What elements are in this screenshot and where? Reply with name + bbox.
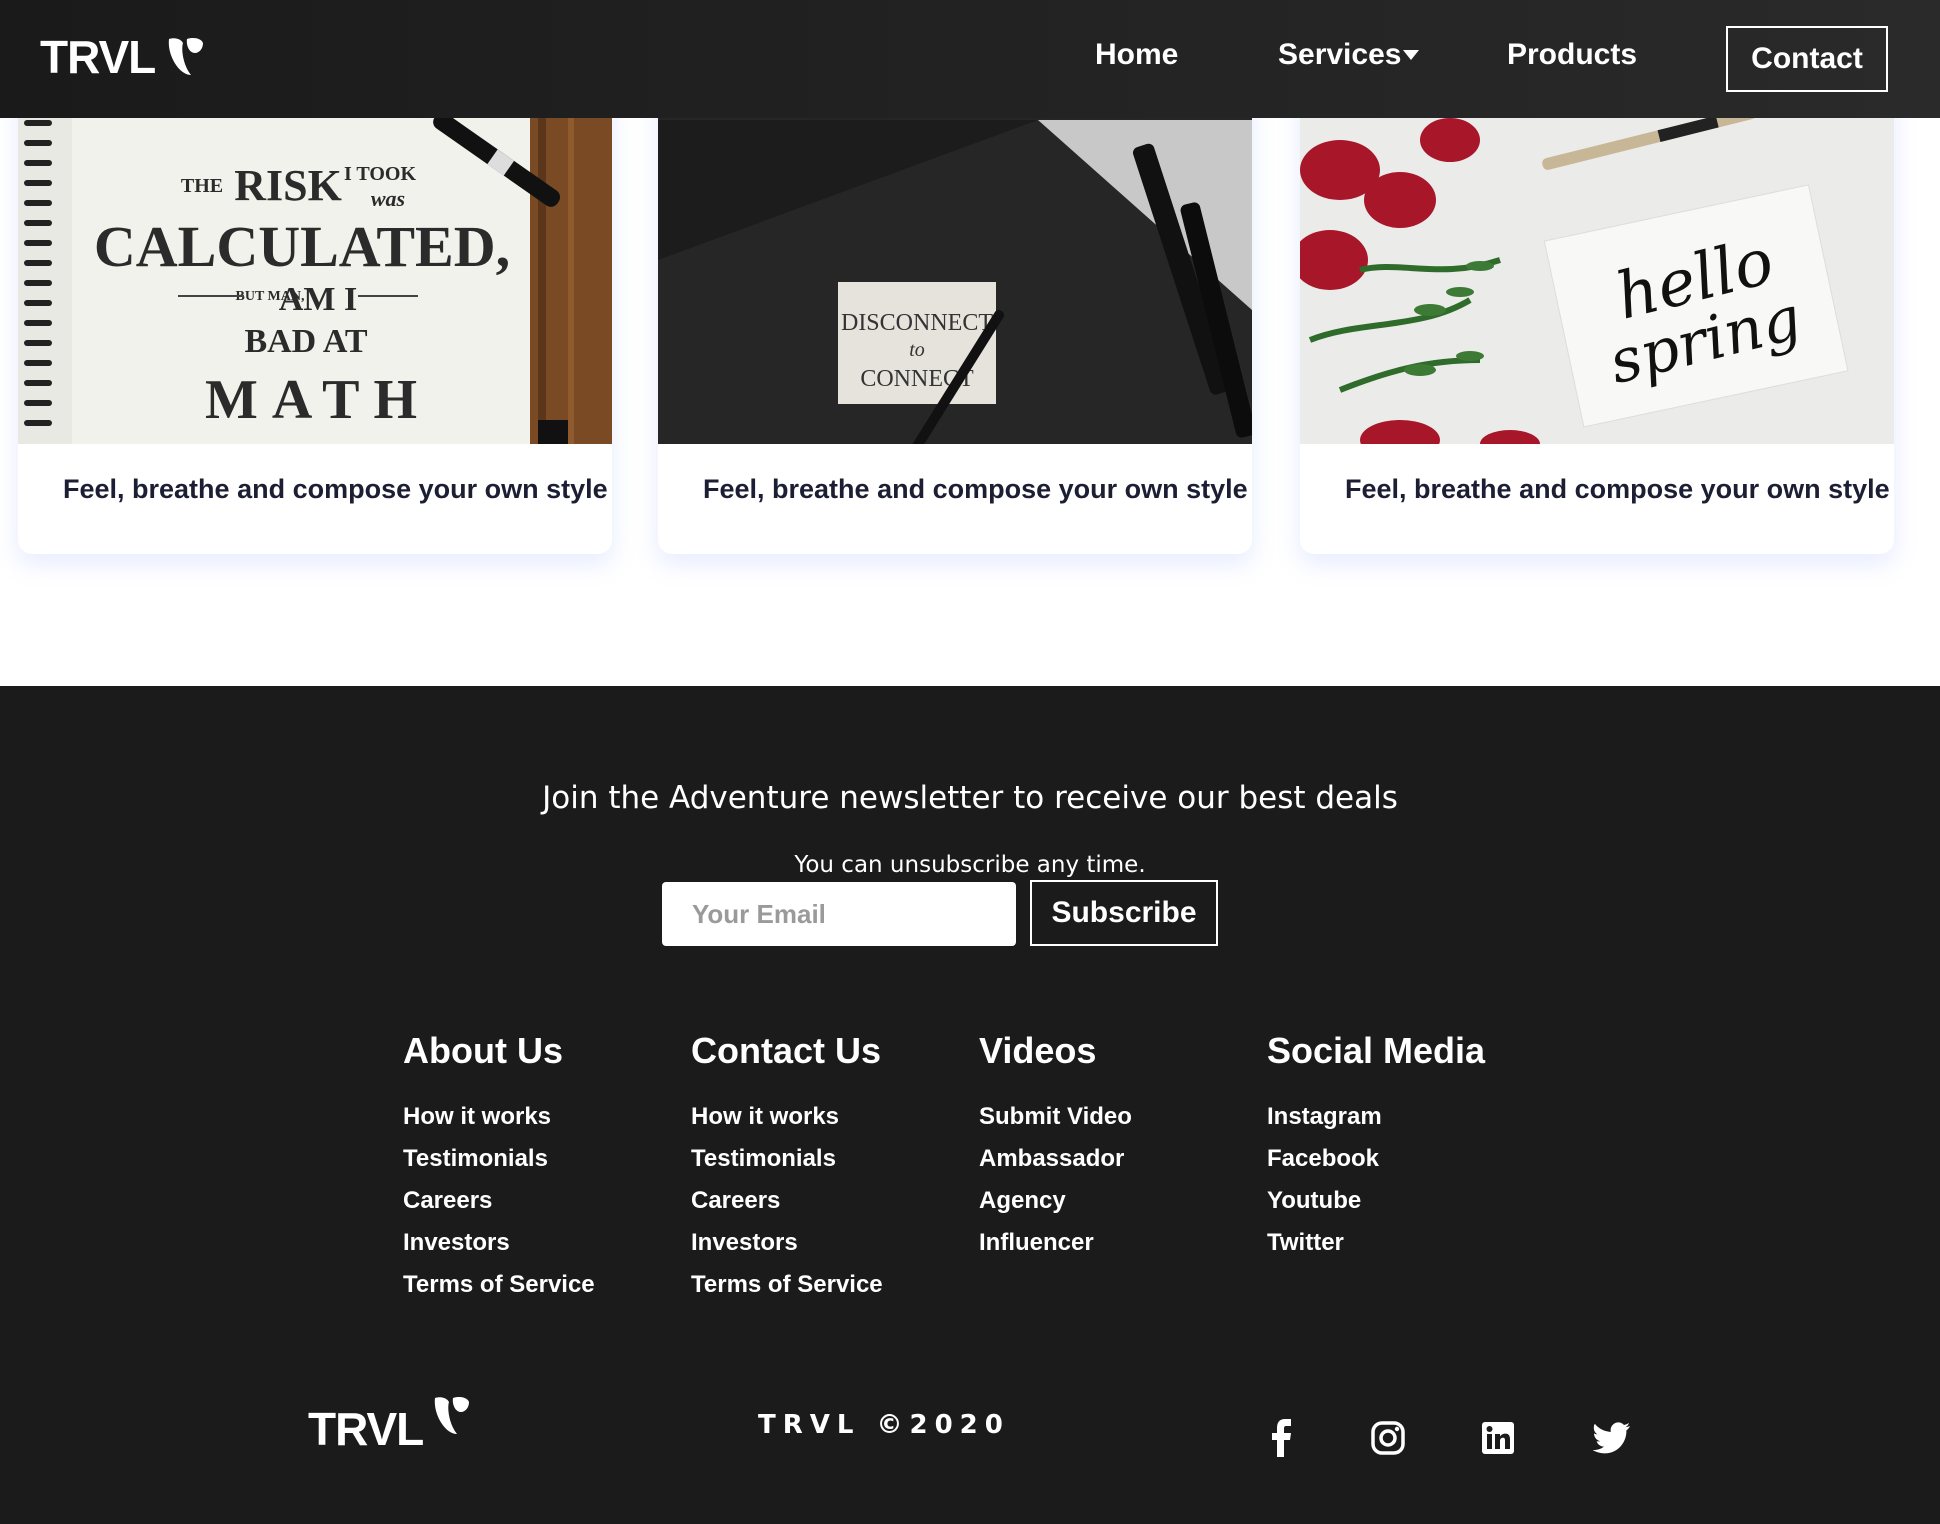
typo3-logo-icon <box>169 38 204 75</box>
footer-link[interactable]: Agency <box>979 1180 1132 1222</box>
risk-art-was: was <box>371 186 405 211</box>
footer-brand-logo[interactable]: TRVL <box>308 1394 471 1456</box>
footer-link[interactable]: Investors <box>403 1222 595 1264</box>
card2-art-to: to <box>909 339 925 361</box>
risk-art-i-took: I TOOK <box>344 163 417 185</box>
footer-link[interactable]: Testimonials <box>403 1138 595 1180</box>
facebook-icon[interactable] <box>1262 1418 1302 1458</box>
copyright-text: TRVL ©2020 <box>758 1410 1010 1440</box>
footer-link[interactable]: How it works <box>691 1096 883 1138</box>
footer-link[interactable]: Terms of Service <box>403 1264 595 1306</box>
footer-brand-name: TRVL <box>308 1403 424 1455</box>
footer-column-title: Contact Us <box>691 1030 882 1071</box>
footer-column-videos: Videos Submit Video Ambassador Agency In… <box>979 1030 1132 1264</box>
footer-column-title: About Us <box>403 1030 563 1071</box>
linkedin-icon[interactable] <box>1478 1418 1518 1458</box>
typo3-logo-icon <box>435 1397 470 1434</box>
footer-link[interactable]: Testimonials <box>691 1138 883 1180</box>
footer-link[interactable]: Twitter <box>1267 1222 1485 1264</box>
footer-link[interactable]: Careers <box>403 1180 595 1222</box>
nav-services[interactable]: Services <box>1278 38 1420 72</box>
risk-art-risk: RISK <box>234 161 342 210</box>
subscribe-button[interactable]: Subscribe <box>1030 880 1218 946</box>
footer-link[interactable]: Influencer <box>979 1222 1132 1264</box>
footer-link[interactable]: Investors <box>691 1222 883 1264</box>
risk-art-am-i: AM I <box>279 281 357 318</box>
footer-link[interactable]: Instagram <box>1267 1096 1485 1138</box>
nav-home[interactable]: Home <box>1095 38 1178 72</box>
nav-services-label: Services <box>1278 38 1402 71</box>
card-title[interactable]: Feel, breathe and compose your own style <box>63 474 608 505</box>
footer-link[interactable]: Submit Video <box>979 1096 1132 1138</box>
footer-link[interactable]: Careers <box>691 1180 883 1222</box>
brand-name: TRVL <box>40 31 156 83</box>
footer-column-about: About Us How it works Testimonials Caree… <box>403 1030 595 1306</box>
caret-down-icon <box>1403 50 1420 60</box>
footer: Join the Adventure newsletter to receive… <box>0 686 1940 1524</box>
twitter-icon[interactable] <box>1592 1418 1632 1458</box>
card-title[interactable]: Feel, breathe and compose your own style <box>703 474 1248 505</box>
footer-column-title: Social Media <box>1267 1030 1486 1071</box>
card-1[interactable]: THE RISK I TOOK was CALCULATED, BUT MAN,… <box>18 60 612 554</box>
footer-column-title: Videos <box>979 1030 1097 1071</box>
card2-art-disconnect: DISCONNECT <box>841 310 993 336</box>
footer-link[interactable]: Youtube <box>1267 1180 1485 1222</box>
card-3[interactable]: hello spring Feel, breathe and compose y… <box>1300 60 1894 554</box>
card-title[interactable]: Feel, breathe and compose your own style <box>1345 474 1890 505</box>
risk-art-bad-at: BAD AT <box>244 323 367 360</box>
top-navbar: TRVL Home Services Products Contact <box>0 0 1940 118</box>
nav-products[interactable]: Products <box>1507 38 1637 72</box>
footer-link[interactable]: Terms of Service <box>691 1264 883 1306</box>
instagram-icon[interactable] <box>1368 1418 1408 1458</box>
footer-column-contact: Contact Us How it works Testimonials Car… <box>691 1030 883 1306</box>
contact-button[interactable]: Contact <box>1726 26 1888 92</box>
risk-art-calculated: CALCULATED, <box>94 214 510 279</box>
risk-art-the: THE <box>181 175 223 197</box>
email-input[interactable] <box>662 882 1016 946</box>
footer-link[interactable]: Ambassador <box>979 1138 1132 1180</box>
footer-column-social: Social Media Instagram Facebook Youtube … <box>1267 1030 1485 1264</box>
footer-link[interactable]: How it works <box>403 1096 595 1138</box>
brand-logo[interactable]: TRVL <box>40 30 205 84</box>
card-2[interactable]: DISCONNECT to CONNECT Feel, breathe and … <box>658 60 1252 554</box>
newsletter-subtitle: You can unsubscribe any time. <box>794 852 1146 878</box>
risk-art-math: MATH <box>205 369 431 431</box>
footer-link[interactable]: Facebook <box>1267 1138 1485 1180</box>
newsletter-title: Join the Adventure newsletter to receive… <box>542 780 1398 816</box>
